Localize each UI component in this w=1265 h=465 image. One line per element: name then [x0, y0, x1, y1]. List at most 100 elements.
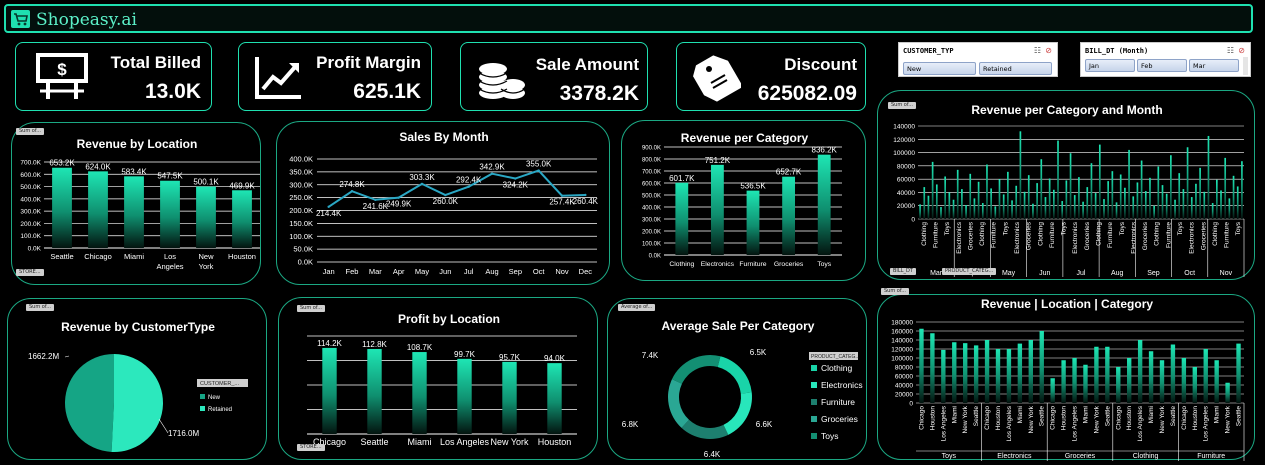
y-tick-label: 250.0K	[289, 193, 313, 202]
data-label: 214.4K	[316, 209, 342, 218]
bar	[1220, 190, 1222, 219]
clear-filter-icon[interactable]: ⊘	[1045, 46, 1052, 55]
kpi-value: 625082.09	[757, 82, 857, 105]
y-tick-label: 100000	[893, 150, 915, 157]
bar	[1182, 189, 1185, 219]
panel-revenue-by-location: Sum of... Revenue by Location 0.0K 100.0K…	[11, 122, 261, 285]
bar	[1225, 382, 1230, 403]
bar	[935, 184, 938, 219]
month-label: Jul	[1077, 270, 1086, 277]
slicer-item-retained[interactable]: Retained	[979, 62, 1052, 75]
bar	[160, 180, 180, 248]
slicer-customer-type[interactable]: CUSTOMER_TYP ☷ ⊘ New Retained	[898, 42, 1058, 77]
bar	[1170, 344, 1176, 403]
bar	[817, 154, 831, 255]
data-label: 257.4K	[549, 198, 575, 207]
bar	[232, 190, 252, 248]
bar	[1165, 193, 1168, 219]
x-tick-label: Apr	[393, 267, 405, 276]
legend-label: Groceries	[821, 414, 858, 424]
x-tick-label: Clothing	[1037, 222, 1044, 246]
bar	[1236, 343, 1241, 403]
multi-select-icon[interactable]: ☷	[1034, 46, 1041, 55]
field-button-sum[interactable]: Sum of...	[881, 288, 910, 295]
bar	[1011, 200, 1013, 219]
y-tick-label: 0	[909, 401, 913, 408]
bar	[675, 182, 689, 255]
y-tick-label: 140000	[893, 124, 915, 131]
y-tick-label: 80000	[895, 365, 913, 372]
bar	[973, 198, 976, 219]
bar	[961, 189, 963, 219]
panel-revenue-per-category: Revenue per Category 0.0K 100.0K 200.0K 300…	[621, 120, 866, 281]
bar	[1044, 197, 1047, 219]
slicer-item-new[interactable]: New	[903, 62, 976, 75]
bar	[1002, 194, 1005, 219]
x-tick-label: Houston	[929, 406, 936, 431]
bar	[1199, 167, 1201, 219]
bar	[1119, 174, 1122, 219]
doughnut-slice	[723, 392, 752, 435]
x-tick-label: Groceries	[1142, 221, 1149, 250]
x-tick-label: Seattle	[1039, 406, 1046, 427]
month-label: Aug	[1111, 270, 1124, 277]
data-label: 1716.0M	[168, 429, 199, 438]
slicer-item-feb[interactable]: Feb	[1137, 59, 1187, 72]
slicer-scrollbar[interactable]	[1243, 57, 1248, 75]
x-tick-label: Seattle	[1104, 406, 1111, 427]
data-point	[327, 205, 330, 208]
field-button-bill-dt[interactable]: BILL_DT	[890, 268, 916, 275]
y-tick-label: 80000	[897, 163, 915, 170]
bar	[1181, 358, 1187, 403]
slicer-item-jan[interactable]: Jan	[1085, 59, 1135, 72]
field-button-store[interactable]: STORE...	[16, 269, 44, 276]
y-tick-label: 100.0K	[642, 242, 661, 248]
x-tick-label: Clothing	[1154, 222, 1161, 246]
bar	[1050, 378, 1055, 403]
bar	[1224, 157, 1227, 219]
x-tick-label: Clothing	[979, 222, 986, 246]
bar	[1017, 343, 1023, 403]
kpi-sale-amount: Sale Amount 3378.2K	[460, 42, 648, 111]
y-tick-label: 700.0K	[642, 170, 661, 176]
x-tick-label: Electronics	[1072, 221, 1079, 254]
x-tick-label: Dec	[579, 267, 593, 276]
field-button-product-category[interactable]: PRODUCT_CATEG...	[942, 268, 997, 275]
x-tick-label: May	[415, 267, 429, 276]
kpi-value: 13.0K	[144, 80, 201, 103]
slicer-bill-month[interactable]: BILL_DT (Month) ☷ ⊘ Jan Feb Mar	[1080, 42, 1251, 77]
multi-select-icon[interactable]: ☷	[1227, 46, 1234, 55]
chart-profit-by-location: 114.2KChicago112.8KSeattle108.7KMiami99.…	[307, 335, 577, 447]
x-tick-label: New York	[1028, 405, 1035, 433]
x-tick-label: Miami	[1082, 406, 1089, 423]
x-tick-label: Aug	[485, 267, 498, 276]
y-tick-label: 160000	[891, 329, 913, 336]
bar	[1203, 191, 1206, 219]
slicer-item-mar[interactable]: Mar	[1189, 59, 1239, 72]
bar	[1215, 179, 1218, 219]
clear-filter-icon[interactable]: ⊘	[1238, 46, 1245, 55]
x-tick-label: Miami	[1214, 406, 1221, 423]
x-tick-label: Angeles	[156, 262, 183, 271]
bar	[977, 181, 980, 219]
x-tick-label: New York	[490, 437, 529, 447]
data-label: 342.9K	[479, 163, 505, 172]
svg-text:$: $	[57, 60, 67, 79]
data-point	[397, 196, 400, 199]
x-tick-label: Houston	[538, 437, 572, 447]
data-point	[350, 190, 354, 193]
field-button-store[interactable]: STORE...	[297, 444, 325, 451]
data-point	[537, 169, 540, 172]
y-tick-label: 120000	[891, 347, 913, 354]
data-label: 469.9K	[229, 181, 255, 190]
data-label: 6.8K	[622, 420, 639, 429]
data-label: 112.8K	[362, 340, 387, 349]
bar	[1006, 349, 1012, 403]
group-label: Toys	[942, 453, 957, 460]
x-tick-label: Groceries	[1084, 221, 1091, 250]
bar	[981, 203, 984, 219]
x-tick-label: Furniture	[991, 222, 998, 248]
bar	[1127, 358, 1132, 403]
y-tick-label: 100.0K	[20, 233, 41, 240]
bar	[124, 176, 144, 248]
